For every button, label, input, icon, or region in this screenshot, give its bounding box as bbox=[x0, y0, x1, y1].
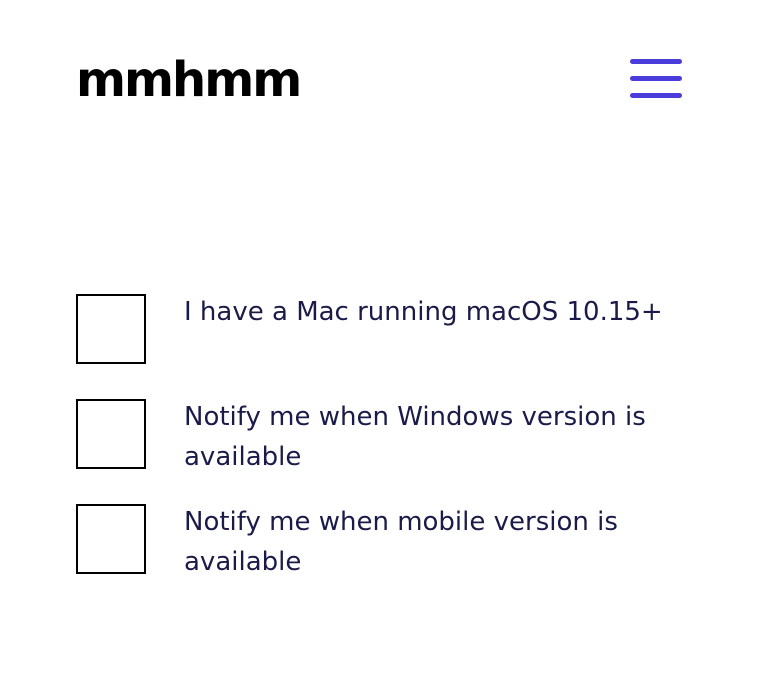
logo[interactable]: mmhmm bbox=[76, 50, 302, 110]
menu-button[interactable] bbox=[626, 56, 686, 102]
checkbox-mobile[interactable] bbox=[76, 504, 146, 574]
checkbox-windows[interactable] bbox=[76, 399, 146, 469]
option-mobile-label: Notify me when mobile version is availab… bbox=[184, 507, 618, 577]
option-windows-label: Notify me when Windows version is availa… bbox=[184, 402, 646, 472]
hamburger-icon bbox=[630, 59, 682, 98]
option-mac[interactable]: I have a Mac running macOS 10.15+ bbox=[76, 294, 696, 384]
option-mac-label: I have a Mac running macOS 10.15+ bbox=[184, 297, 663, 327]
option-windows[interactable]: Notify me when Windows version is availa… bbox=[76, 399, 696, 489]
option-mobile[interactable]: Notify me when mobile version is availab… bbox=[76, 504, 696, 594]
checkbox-mac[interactable] bbox=[76, 294, 146, 364]
